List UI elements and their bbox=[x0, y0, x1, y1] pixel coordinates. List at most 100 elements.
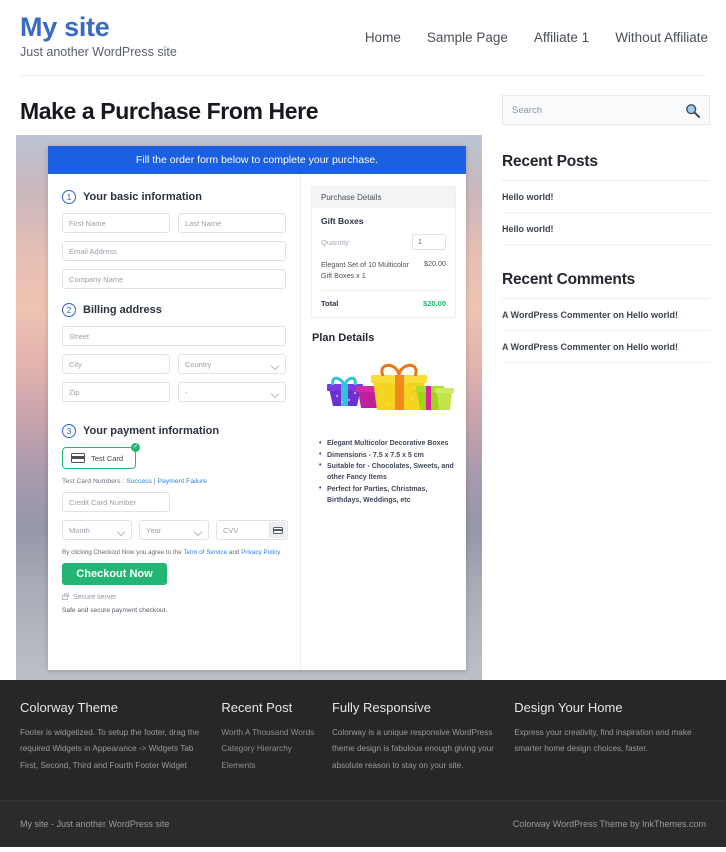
first-name-input[interactable]: First Name bbox=[62, 213, 170, 233]
cvv-placeholder: CVV bbox=[223, 525, 239, 535]
test-card-label: Test Card bbox=[91, 453, 124, 463]
step-1-number: 1 bbox=[62, 190, 76, 204]
credit-card-number-input[interactable]: Credit Card Number bbox=[62, 492, 170, 512]
footer-column-recent-post: Recent Post Worth A Thousand Words Categ… bbox=[221, 700, 332, 778]
step-3-heading: 3 Your payment information bbox=[62, 424, 286, 438]
step-2-label: Billing address bbox=[83, 304, 162, 316]
footer-column-title: Colorway Theme bbox=[20, 700, 119, 715]
total-row: Total $20.00 bbox=[321, 291, 446, 308]
cvv-card-icon bbox=[269, 522, 286, 538]
recent-comment-item[interactable]: A WordPress Commenter on Hello world! bbox=[502, 331, 710, 363]
nav-item-sample-page[interactable]: Sample Page bbox=[427, 30, 508, 45]
nav-item-home[interactable]: Home bbox=[365, 30, 401, 45]
quantity-row: Quantity bbox=[321, 234, 446, 250]
order-form-backdrop: Fill the order form below to complete yo… bbox=[16, 135, 482, 680]
footer-post-link[interactable]: Elements bbox=[221, 758, 318, 774]
page-wrap: Make a Purchase From Here Fill the order… bbox=[0, 76, 726, 680]
content-column: Make a Purchase From Here Fill the order… bbox=[16, 76, 484, 680]
privacy-policy-link[interactable]: Privacy Policy bbox=[241, 549, 280, 556]
company-name-input[interactable]: Company Name bbox=[62, 269, 286, 289]
footer-post-link[interactable]: Category Hierarchy bbox=[221, 741, 318, 757]
main-navigation: Home Sample Page Affiliate 1 Without Aff… bbox=[365, 30, 708, 45]
purchase-details-header: Purchase Details bbox=[312, 187, 455, 208]
street-input[interactable]: Street bbox=[62, 326, 286, 346]
search-icon[interactable] bbox=[685, 103, 700, 123]
footer-column-title: Design Your Home bbox=[514, 700, 623, 715]
footer-post-link[interactable]: Worth A Thousand Words bbox=[221, 725, 318, 741]
terms-middle: and bbox=[227, 549, 242, 556]
test-card-failure-link[interactable]: Payment Failure bbox=[157, 478, 207, 485]
footer-column-fully-responsive: Fully Responsive Colorway is a unique re… bbox=[332, 700, 514, 778]
order-form-body: 1 Your basic information First Name Last… bbox=[48, 174, 466, 670]
search-input[interactable] bbox=[512, 104, 672, 116]
footer-site-credit: My site - Just another WordPress site bbox=[20, 819, 170, 829]
expiry-year-select[interactable]: Year bbox=[139, 520, 209, 540]
step-3-number: 3 bbox=[62, 424, 76, 438]
form-pane: 1 Your basic information First Name Last… bbox=[48, 174, 300, 670]
line-item-row: Elegant Set of 10 Multicolor Gift Boxes … bbox=[321, 259, 446, 292]
step-2-number: 2 bbox=[62, 303, 76, 317]
recent-comment-item[interactable]: A WordPress Commenter on Hello world! bbox=[502, 299, 710, 331]
recent-post-item[interactable]: Hello world! bbox=[502, 213, 710, 245]
search-widget bbox=[502, 95, 710, 125]
step-1-label: Your basic information bbox=[83, 191, 202, 203]
order-form-banner: Fill the order form below to complete yo… bbox=[48, 146, 466, 174]
footer-bottom-bar: My site - Just another WordPress site Co… bbox=[0, 800, 726, 847]
country-select[interactable]: Country bbox=[178, 354, 286, 374]
terms-of-service-link[interactable]: Term of Service bbox=[183, 549, 227, 556]
footer-column-title: Recent Post bbox=[221, 700, 293, 715]
test-card-method-option[interactable]: Test Card ✓ bbox=[62, 443, 141, 469]
order-form-card: Fill the order form below to complete yo… bbox=[48, 146, 466, 670]
page-title: Make a Purchase From Here bbox=[20, 98, 319, 124]
site-header: My site Just another WordPress site Home… bbox=[0, 0, 726, 76]
recent-post-item[interactable]: Hello world! bbox=[502, 181, 710, 213]
footer-widgets: Colorway Theme Footer is widgetized. To … bbox=[0, 680, 726, 800]
total-label: Total bbox=[321, 299, 339, 309]
checkout-now-button[interactable]: Checkout Now bbox=[62, 563, 167, 585]
footer-column-text: Express your creativity, find inspiratio… bbox=[514, 728, 692, 754]
cvv-input[interactable]: CVV bbox=[216, 520, 288, 540]
lock-icon bbox=[62, 592, 69, 600]
card-expiry-row: Month Year CVV bbox=[62, 520, 288, 540]
widget-spacer bbox=[502, 245, 710, 271]
footer-theme-credit[interactable]: Colorway WordPress Theme by InkThemes.co… bbox=[513, 819, 706, 829]
state-select[interactable]: - bbox=[178, 382, 286, 402]
plan-feature-item: Suitable for - Chocolates, Sweets, and o… bbox=[319, 460, 456, 484]
zip-input[interactable]: Zip bbox=[62, 382, 170, 402]
nav-item-without-affiliate[interactable]: Without Affiliate bbox=[615, 30, 708, 45]
plan-feature-item: Dimensions - 7.5 x 7.5 x 5 cm bbox=[319, 449, 456, 461]
total-value: $20.00 bbox=[423, 299, 446, 309]
zip-state-row: Zip - bbox=[62, 382, 286, 410]
name-row: First Name Last Name bbox=[62, 213, 286, 241]
plan-details-title: Plan Details bbox=[312, 332, 375, 345]
city-input[interactable]: City bbox=[62, 354, 170, 374]
plan-feature-item: Elegant Multicolor Decorative Boxes bbox=[319, 438, 456, 450]
secure-server-label: Secure server bbox=[73, 594, 117, 601]
quantity-input[interactable] bbox=[412, 234, 446, 250]
footer-column-design-your-home: Design Your Home Express your creativity… bbox=[514, 700, 706, 778]
footer-column-colorway-theme: Colorway Theme Footer is widgetized. To … bbox=[20, 700, 221, 778]
plan-feature-item: Perfect for Parties, Christmas, Birthday… bbox=[319, 483, 456, 507]
detail-pane: Purchase Details Gift Boxes Quantity Ele… bbox=[300, 174, 466, 670]
secure-server-row: Secure server bbox=[62, 592, 286, 601]
product-name: Gift Boxes bbox=[321, 216, 364, 226]
sidebar: Recent Posts Hello world! Hello world! R… bbox=[502, 76, 710, 680]
test-numbers-prefix: Test Card Numbers : bbox=[62, 478, 127, 485]
check-circle-icon: ✓ bbox=[131, 443, 141, 452]
purchase-details-body: Gift Boxes Quantity Elegant Set of 10 Mu… bbox=[312, 208, 455, 317]
step-2-heading: 2 Billing address bbox=[62, 303, 286, 317]
safe-checkout-note: Safe and secure payment checkout. bbox=[62, 607, 168, 614]
test-card-success-link[interactable]: Success bbox=[126, 478, 152, 485]
expiry-month-select[interactable]: Month bbox=[62, 520, 132, 540]
gift-boxes-image bbox=[311, 354, 459, 430]
last-name-input[interactable]: Last Name bbox=[178, 213, 286, 233]
nav-item-affiliate-1[interactable]: Affiliate 1 bbox=[534, 30, 589, 45]
email-input[interactable]: Email Address bbox=[62, 241, 286, 261]
step-1-heading: 1 Your basic information bbox=[62, 190, 286, 204]
recent-comments-title: Recent Comments bbox=[502, 271, 710, 299]
plan-feature-list: Elegant Multicolor Decorative Boxes Dime… bbox=[319, 438, 456, 506]
footer-column-title: Fully Responsive bbox=[331, 700, 431, 715]
terms-notice: By clicking Checkout Now you agree to th… bbox=[62, 549, 286, 556]
credit-card-icon bbox=[71, 453, 85, 463]
line-item-price: $20.00 bbox=[424, 259, 446, 268]
